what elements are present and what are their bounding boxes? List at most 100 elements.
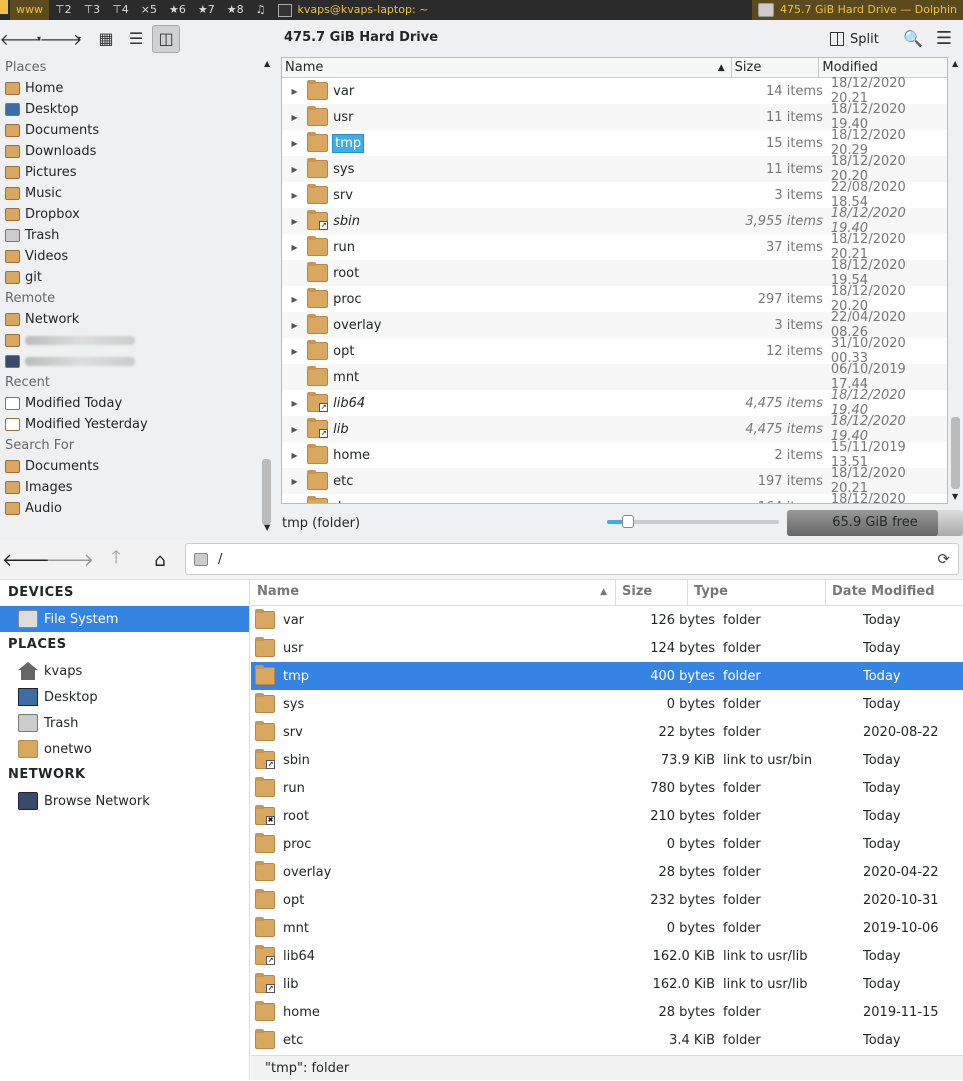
workspace-4[interactable]: ⊤4 bbox=[106, 0, 135, 20]
reload-icon[interactable]: ⟳ bbox=[937, 550, 950, 568]
places-item-modified-yesterday[interactable]: Modified Yesterday bbox=[0, 414, 274, 435]
workspace-9[interactable]: ♫ bbox=[250, 0, 272, 20]
compact-view-button[interactable]: ☰ bbox=[122, 25, 150, 53]
file-row[interactable]: mnt 0 bytes folder 2019-10-06 bbox=[251, 914, 963, 942]
file-row[interactable]: ↗ lib 162.0 KiB link to usr/lib Today bbox=[251, 970, 963, 998]
file-row[interactable]: ▶ etc 197 items 18/12/2020 20.21 bbox=[282, 466, 947, 496]
file-row[interactable]: ▶ ↗ lib64 4,475 items 18/12/2020 19.40 bbox=[282, 388, 947, 418]
places-item-network[interactable]: Network bbox=[0, 309, 274, 330]
column-name[interactable]: Name ▲ bbox=[282, 58, 732, 77]
menu-button[interactable]: ☰ bbox=[930, 24, 958, 52]
places-item-downloads[interactable]: Downloads bbox=[0, 141, 274, 162]
sidebar-item-onetwo[interactable]: onetwo bbox=[0, 736, 249, 762]
up-button[interactable]: 🡑 bbox=[102, 546, 130, 574]
file-row[interactable]: proc 0 bytes folder Today bbox=[251, 830, 963, 858]
places-item-redacted[interactable] bbox=[0, 351, 274, 372]
zoom-slider-handle[interactable] bbox=[622, 515, 635, 528]
expand-arrow-icon[interactable]: ▶ bbox=[282, 503, 307, 504]
app-menu-icon[interactable] bbox=[0, 0, 8, 14]
back-button[interactable]: 🡐 bbox=[2, 546, 50, 574]
sidebar-item-desktop[interactable]: Desktop bbox=[0, 684, 249, 710]
file-row[interactable]: etc 3.4 KiB folder Today bbox=[251, 1026, 963, 1054]
expand-arrow-icon[interactable]: ▶ bbox=[282, 347, 307, 356]
expand-arrow-icon[interactable]: ▶ bbox=[282, 191, 307, 200]
file-row[interactable]: tmp 400 bytes folder Today bbox=[251, 662, 963, 690]
file-row[interactable]: overlay 28 bytes folder 2020-04-22 bbox=[251, 858, 963, 886]
workspace-1[interactable]: www bbox=[10, 0, 49, 20]
zoom-slider[interactable] bbox=[607, 515, 779, 528]
places-item-pictures[interactable]: Pictures bbox=[0, 162, 274, 183]
home-button[interactable]: ⌂ bbox=[146, 546, 174, 574]
expand-arrow-icon[interactable]: ▶ bbox=[282, 217, 307, 226]
file-row[interactable]: ▶ proc 297 items 18/12/2020 20.20 bbox=[282, 284, 947, 314]
column-date[interactable]: Date Modified bbox=[826, 580, 963, 605]
places-item-search-audio[interactable]: Audio bbox=[0, 498, 274, 519]
file-row[interactable]: ▶ ↗ lib 4,475 items 18/12/2020 19.40 bbox=[282, 414, 947, 444]
file-row[interactable]: home 28 bytes folder 2019-11-15 bbox=[251, 998, 963, 1026]
places-item-documents[interactable]: Documents bbox=[0, 120, 274, 141]
expand-arrow-icon[interactable]: ▶ bbox=[282, 165, 307, 174]
file-row[interactable]: ▶ opt 12 items 31/10/2020 00.33 bbox=[282, 336, 947, 366]
view-scroll-thumb[interactable] bbox=[951, 417, 960, 489]
sidebar-item-kvaps[interactable]: kvaps bbox=[0, 658, 249, 684]
workspace-7[interactable]: ★7 bbox=[192, 0, 221, 20]
column-type[interactable]: Type bbox=[688, 580, 826, 605]
free-space-bar[interactable]: 65.9 GiB free bbox=[787, 510, 963, 536]
column-name[interactable]: Name ▲ bbox=[251, 580, 616, 605]
places-scrollbar[interactable]: ▲ ▼ bbox=[260, 57, 274, 539]
file-row[interactable]: ↗ sbin 73.9 KiB link to usr/bin Today bbox=[251, 746, 963, 774]
places-item-dropbox[interactable]: Dropbox bbox=[0, 204, 274, 225]
expand-arrow-icon[interactable]: ▶ bbox=[282, 295, 307, 304]
file-row[interactable]: ✖ root 210 bytes folder Today bbox=[251, 802, 963, 830]
file-row[interactable]: ▶ overlay 3 items 22/04/2020 08.26 bbox=[282, 310, 947, 340]
workspace-5[interactable]: ×5 bbox=[135, 0, 163, 20]
location-bar[interactable]: / ⟳ bbox=[185, 543, 959, 575]
file-row[interactable]: ↗ lib64 162.0 KiB link to usr/lib Today bbox=[251, 942, 963, 970]
places-item-modified-today[interactable]: Modified Today bbox=[0, 393, 274, 414]
file-row[interactable]: ▶ tmp 15 items 18/12/2020 20.29 bbox=[282, 128, 947, 158]
back-button[interactable]: 🡐 bbox=[0, 25, 42, 53]
file-row[interactable]: run 780 bytes folder Today bbox=[251, 774, 963, 802]
task-dolphin[interactable]: 475.7 GiB Hard Drive — Dolphin bbox=[752, 0, 963, 20]
expand-arrow-icon[interactable]: ▶ bbox=[282, 425, 307, 434]
file-row[interactable]: mnt 06/10/2019 17.44 bbox=[282, 362, 947, 392]
column-size[interactable]: Size bbox=[616, 580, 688, 605]
places-item-desktop[interactable]: Desktop bbox=[0, 99, 274, 120]
places-item-git[interactable]: git bbox=[0, 267, 274, 288]
expand-arrow-icon[interactable]: ▶ bbox=[282, 451, 307, 460]
file-row[interactable]: opt 232 bytes folder 2020-10-31 bbox=[251, 886, 963, 914]
places-item-videos[interactable]: Videos bbox=[0, 246, 274, 267]
file-row[interactable]: ▶ sys 11 items 18/12/2020 20.20 bbox=[282, 154, 947, 184]
workspace-6[interactable]: ★6 bbox=[163, 0, 192, 20]
forward-button[interactable]: 🡒 bbox=[40, 25, 83, 53]
expand-arrow-icon[interactable]: ▶ bbox=[282, 243, 307, 252]
places-item-home[interactable]: Home bbox=[0, 78, 274, 99]
search-button[interactable]: 🔍 bbox=[900, 24, 926, 52]
file-row[interactable]: srv 22 bytes folder 2020-08-22 bbox=[251, 718, 963, 746]
file-row[interactable]: ▶ usr 11 items 18/12/2020 19.40 bbox=[282, 102, 947, 132]
forward-button[interactable]: 🡒 bbox=[46, 546, 94, 574]
file-row[interactable]: ▶ ↗ sbin 3,955 items 18/12/2020 19.40 bbox=[282, 206, 947, 236]
file-row[interactable]: var 126 bytes folder Today bbox=[251, 606, 963, 634]
sidebar-item-file-system[interactable]: File System bbox=[0, 606, 249, 632]
forward-history-button[interactable]: ▾ bbox=[74, 25, 84, 53]
sidebar-item-browse-network[interactable]: Browse Network bbox=[0, 788, 249, 814]
view-scrollbar[interactable]: ▲ ▼ bbox=[949, 57, 962, 504]
expand-arrow-icon[interactable]: ▶ bbox=[282, 399, 307, 408]
file-row[interactable]: ▶ home 2 items 15/11/2019 13.51 bbox=[282, 440, 947, 470]
file-row[interactable]: root 18/12/2020 19.54 bbox=[282, 258, 947, 288]
expand-arrow-icon[interactable]: ▶ bbox=[282, 87, 307, 96]
file-row[interactable]: ▶ run 37 items 18/12/2020 20.21 bbox=[282, 232, 947, 262]
file-row[interactable]: ▶ dev 164 items18/12/2020 20.21 bbox=[282, 492, 947, 504]
expand-arrow-icon[interactable]: ▶ bbox=[282, 113, 307, 122]
file-row[interactable]: usr 124 bytes folder Today bbox=[251, 634, 963, 662]
icons-view-button[interactable]: ▦ bbox=[92, 25, 120, 53]
places-item-search-documents[interactable]: Documents bbox=[0, 456, 274, 477]
workspace-2[interactable]: ⊤2 bbox=[49, 0, 78, 20]
file-row[interactable]: ▶ var 14 items 18/12/2020 20.21 bbox=[282, 76, 947, 106]
expand-arrow-icon[interactable]: ▶ bbox=[282, 139, 307, 148]
column-size[interactable]: Size bbox=[732, 58, 820, 77]
split-button[interactable]: Split bbox=[830, 25, 879, 53]
places-item-music[interactable]: Music bbox=[0, 183, 274, 204]
expand-arrow-icon[interactable]: ▶ bbox=[282, 477, 307, 486]
